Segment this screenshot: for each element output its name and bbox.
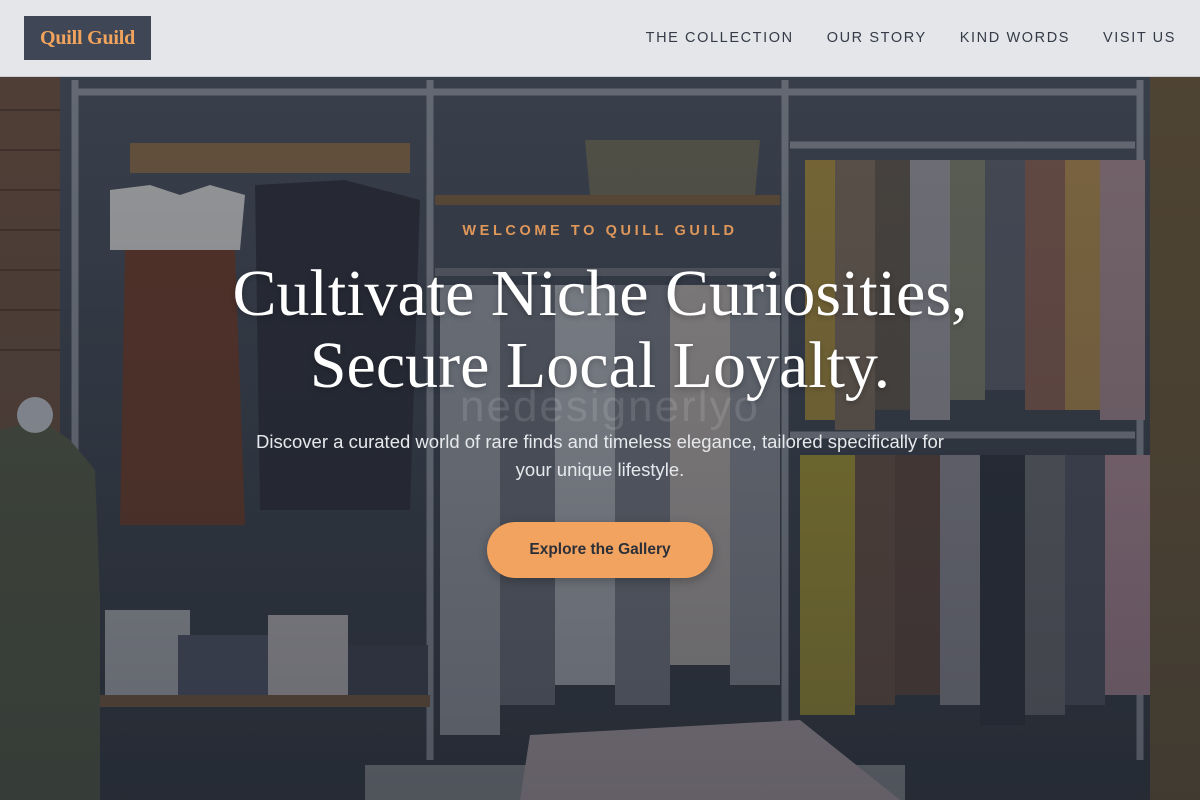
brand-logo[interactable]: Quill Guild — [24, 16, 152, 60]
explore-gallery-button[interactable]: Explore the Gallery — [487, 522, 713, 578]
hero-headline-line-1: Cultivate Niche Curiosities, — [232, 257, 968, 330]
hero-subtext: Discover a curated world of rare finds a… — [256, 431, 944, 480]
hero-kicker: WELCOME TO QUILL GUILD — [462, 223, 738, 239]
nav-link-kind-words[interactable]: KIND WORDS — [960, 30, 1070, 46]
hero-headline: Cultivate Niche Curiosities, Secure Loca… — [100, 258, 1100, 402]
hero-content: WELCOME TO QUILL GUILD Cultivate Niche C… — [0, 0, 1200, 800]
nav-link-visit-us[interactable]: VISIT US — [1103, 30, 1176, 46]
watermark-text: nedesignerlyo — [460, 382, 760, 431]
site-header: Quill Guild THE COLLECTION OUR STORY KIN… — [0, 0, 1200, 77]
nav-link-the-collection[interactable]: THE COLLECTION — [646, 30, 794, 46]
main-nav: THE COLLECTION OUR STORY KIND WORDS VISI… — [646, 30, 1176, 46]
nav-link-our-story[interactable]: OUR STORY — [827, 30, 927, 46]
